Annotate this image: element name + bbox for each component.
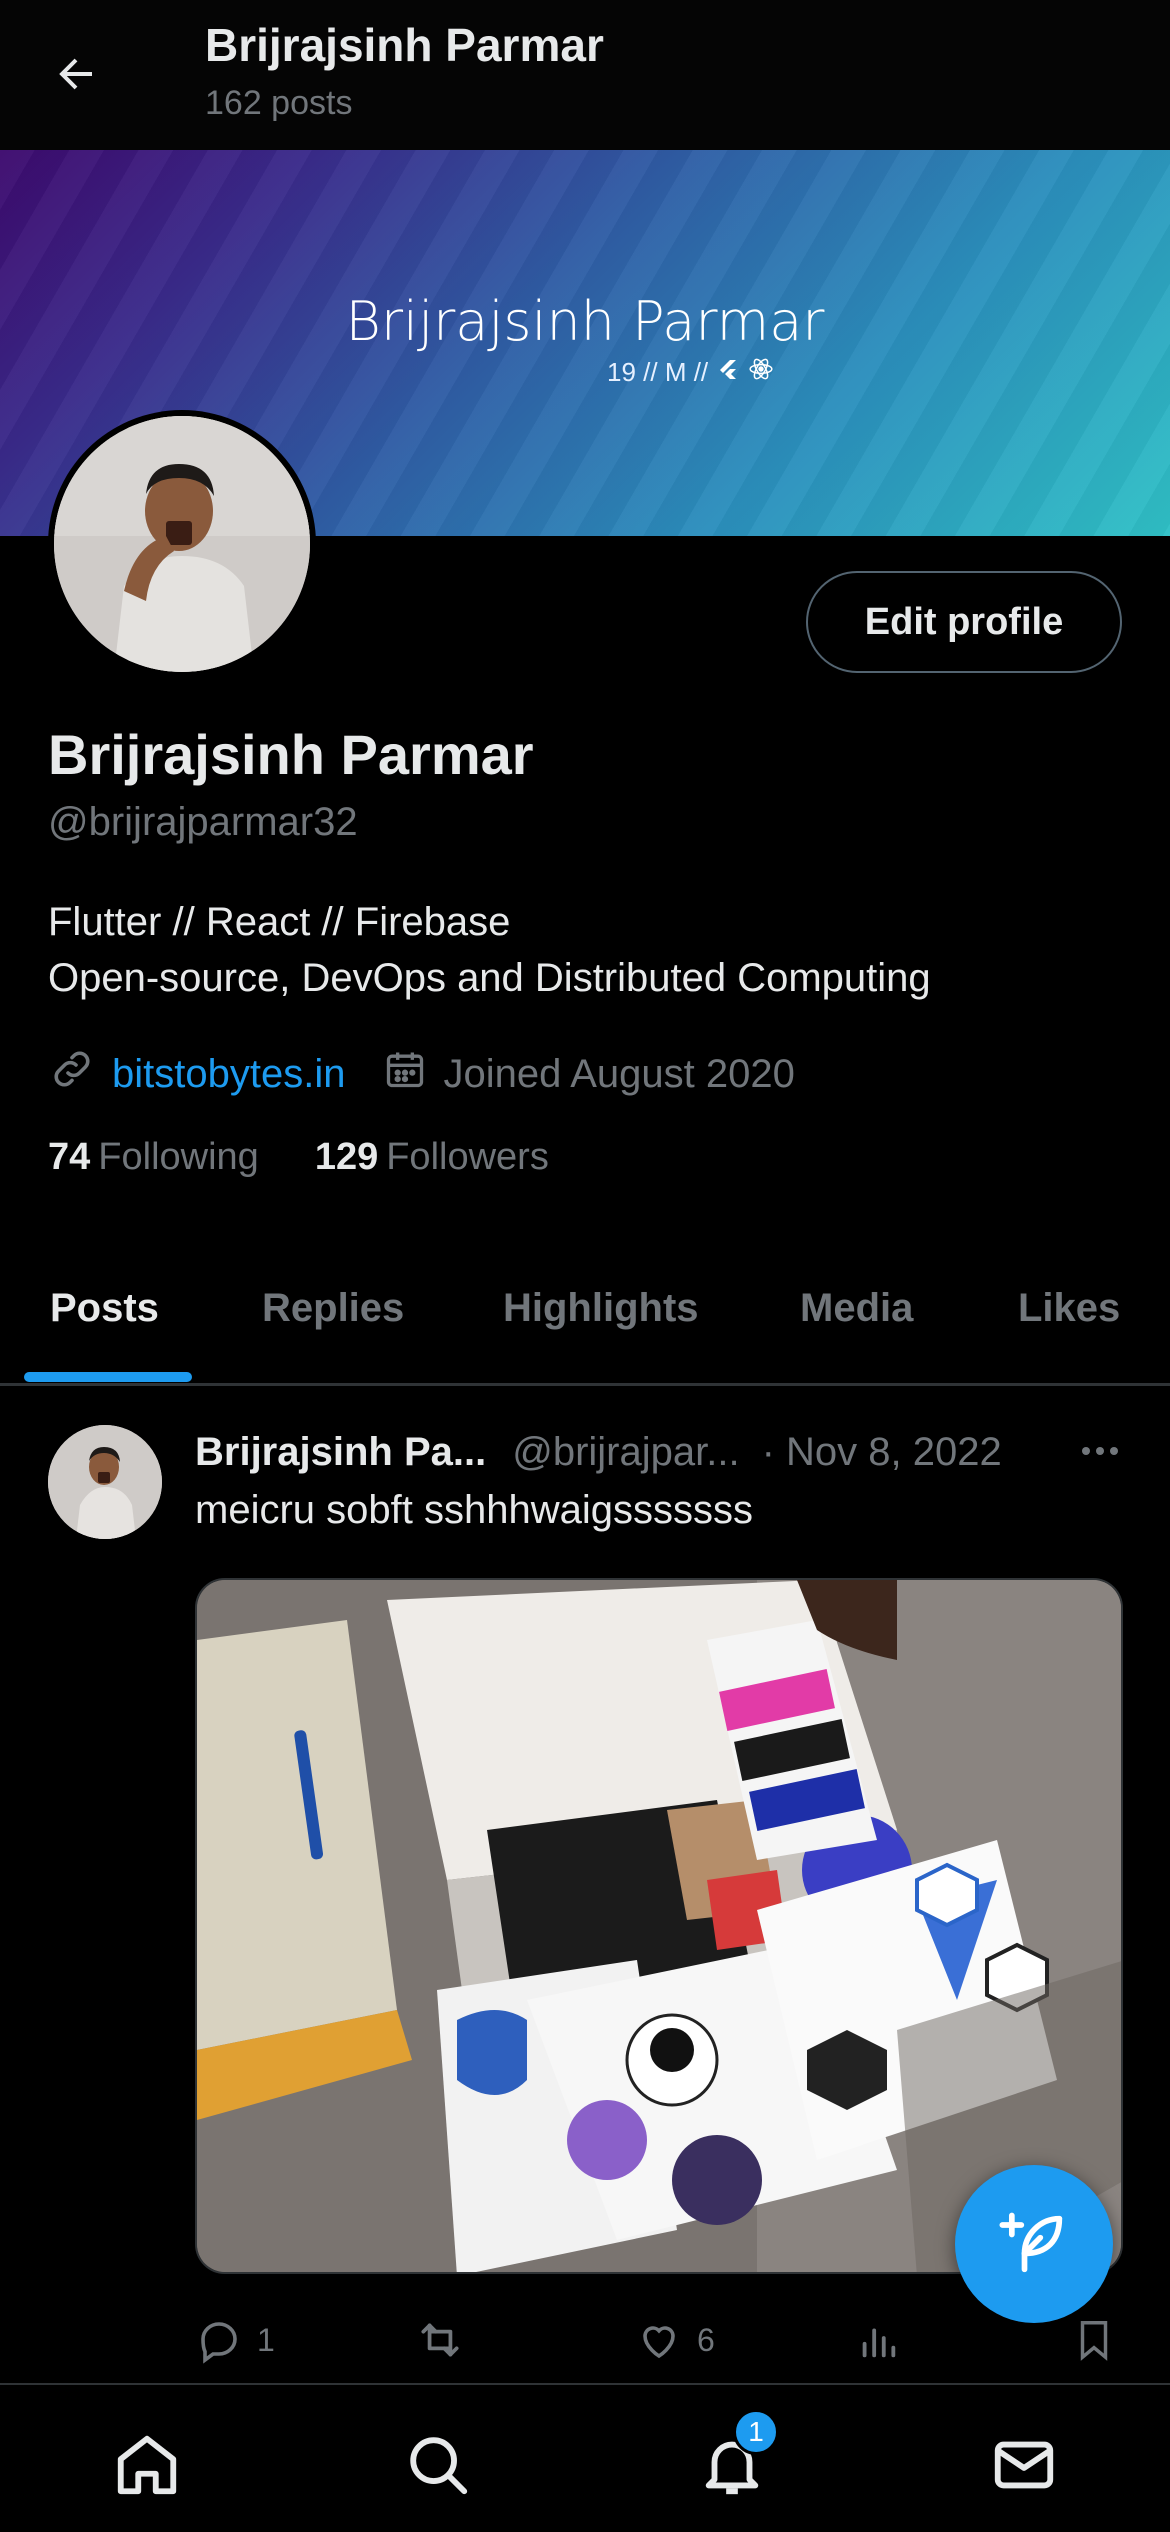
link-icon — [48, 1045, 96, 1103]
nav-messages[interactable] — [984, 2425, 1064, 2505]
compose-post-button[interactable] — [955, 2165, 1113, 2323]
views-action[interactable] — [855, 2310, 901, 2370]
header-title: Brijrajsinh Parmar — [205, 19, 604, 71]
tab-replies[interactable]: Replies — [262, 1286, 404, 1331]
tab-posts[interactable]: Posts — [50, 1286, 159, 1331]
tab-likes[interactable]: Likes — [1018, 1286, 1120, 1331]
analytics-icon — [862, 2328, 896, 2358]
post-date[interactable]: · Nov 8, 2022 — [762, 1430, 1002, 1475]
followers-label: Followers — [386, 1136, 549, 1178]
retweet-icon — [421, 2323, 459, 2357]
header-post-count: 162 posts — [205, 84, 353, 122]
calendar-icon — [383, 1047, 427, 1101]
tab-media[interactable]: Media — [800, 1286, 913, 1331]
reply-count: 1 — [257, 2321, 275, 2358]
profile-tabs: Posts Replies Highlights Media Likes — [0, 1260, 1170, 1386]
post-actions: 1 6 — [195, 2310, 1123, 2370]
heart-icon — [643, 2326, 675, 2359]
retweet-action[interactable] — [415, 2310, 479, 2370]
following-count: 74 — [48, 1136, 91, 1178]
like-count: 6 — [697, 2321, 715, 2358]
avatar-photo — [54, 416, 310, 672]
banner-subtitle-text: 19 // M // — [607, 357, 709, 387]
joined-date: Joined August 2020 — [443, 1051, 795, 1096]
messages-icon — [994, 2441, 1054, 2489]
profile-meta: bitstobytes.in Joined August 2020 — [48, 1044, 795, 1104]
back-arrow-icon[interactable] — [44, 42, 108, 106]
followers-count: 129 — [314, 1136, 379, 1178]
profile-avatar[interactable] — [48, 410, 316, 678]
profile-bio-line-1: Flutter // React // Firebase — [48, 900, 511, 944]
like-action[interactable]: 6 — [635, 2310, 715, 2370]
more-options-icon[interactable] — [1070, 1436, 1130, 1466]
bookmark-icon — [1080, 2321, 1108, 2361]
search-icon — [410, 2437, 468, 2495]
bookmark-action[interactable] — [1071, 2310, 1117, 2370]
nav-search[interactable] — [398, 2425, 478, 2505]
banner-title: Brijrajsinh Parmar — [345, 290, 825, 353]
post-author-handle[interactable]: @brijrajpar... — [512, 1430, 739, 1475]
followers-link[interactable]: 129 Followers — [315, 1136, 549, 1179]
profile-bio-line-2: Open-source, DevOps and Distributed Comp… — [48, 956, 931, 1000]
post-text: meicru sobft sshhhwaigsssssss — [195, 1488, 753, 1532]
profile-handle: @brijrajparmar32 — [48, 800, 358, 844]
banner-subtitle: 19 // M // — [607, 356, 774, 389]
edit-profile-button[interactable]: Edit profile — [806, 571, 1122, 673]
reply-action[interactable]: 1 — [195, 2310, 275, 2370]
home-icon — [117, 2435, 177, 2495]
active-tab-indicator — [24, 1372, 192, 1382]
nav-home[interactable] — [107, 2425, 187, 2505]
tab-highlights[interactable]: Highlights — [503, 1286, 699, 1331]
flutter-logo-icon — [716, 357, 740, 388]
notification-badge: 1 — [733, 2409, 779, 2455]
post-author-avatar[interactable] — [48, 1425, 162, 1539]
post-header: Brijrajsinh Pa... @brijrajpar... · Nov 8… — [195, 1424, 1002, 1480]
following-label: Following — [98, 1136, 259, 1178]
profile-name: Brijrajsinh Parmar — [48, 723, 534, 786]
follow-stats: 74 Following 129 Followers — [48, 1136, 549, 1179]
following-link[interactable]: 74 Following — [48, 1136, 259, 1179]
react-logo-icon — [748, 356, 774, 389]
bottom-navigation: 1 — [0, 2383, 1170, 2532]
compose-feather-icon — [999, 2212, 1063, 2273]
post-author-name[interactable]: Brijrajsinh Pa... — [195, 1430, 486, 1475]
post-image[interactable] — [195, 1578, 1123, 2274]
reply-icon — [201, 2322, 237, 2364]
profile-website-link[interactable]: bitstobytes.in — [112, 1052, 345, 1097]
